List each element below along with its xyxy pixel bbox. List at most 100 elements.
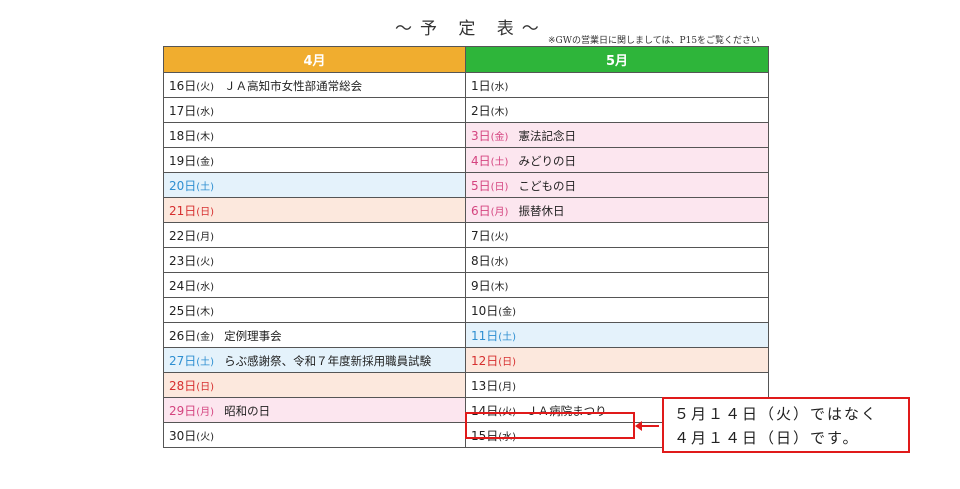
day-of-week: (木) — [196, 306, 215, 318]
day-number: 9日 — [471, 278, 491, 293]
day-number: 11日 — [471, 328, 499, 343]
table-row: 27日(土) らぶ感謝祭、令和７年度新採用職員試験 12日(日) — [163, 347, 769, 373]
table-row: 26日(金) 定例理事会 11日(土) — [163, 322, 769, 348]
april-day-cell: 18日(木) — [163, 122, 466, 148]
event-label: 昭和の日 — [224, 403, 271, 418]
day-of-week: (火) — [196, 81, 215, 93]
day-of-week: (月) — [196, 231, 215, 243]
day-number: 13日 — [471, 378, 499, 393]
table-row: 19日(金) 4日(土) みどりの日 — [163, 147, 769, 173]
day-of-week: (水) — [490, 256, 509, 268]
page-title: ～予 定 表～ — [395, 19, 547, 39]
day-number: 12日 — [471, 353, 499, 368]
table-row: 25日(木) 10日(金) — [163, 297, 769, 323]
day-number: 8日 — [471, 253, 491, 268]
gw-note: ※GWの営業日に関しましては、P15をご覧ください — [548, 36, 761, 46]
day-of-week: (土) — [490, 156, 509, 168]
table-row: 28日(日) 13日(月) — [163, 372, 769, 398]
day-number: 29日 — [169, 403, 197, 418]
day-of-week: (土) — [196, 181, 215, 193]
table-row: 21日(日) 6日(月) 振替休日 — [163, 197, 769, 223]
day-of-week: (金) — [498, 306, 517, 318]
day-of-week: (日) — [498, 356, 517, 368]
april-header: 4月 — [163, 46, 466, 73]
april-day-cell: 23日(火) — [163, 247, 466, 273]
day-of-week: (木) — [196, 131, 215, 143]
day-number: 7日 — [471, 228, 491, 243]
day-number: 26日 — [169, 328, 197, 343]
day-number: 10日 — [471, 303, 499, 318]
april-day-cell: 26日(金) 定例理事会 — [163, 322, 466, 348]
callout-line-2: ４月１４日（日）です。 — [674, 429, 860, 447]
event-label: ＪＡ高知市女性部通常総会 — [224, 78, 363, 93]
may-day-cell: 10日(金) — [465, 297, 769, 323]
day-number: 1日 — [471, 78, 491, 93]
table-row: 18日(木) 3日(金) 憲法記念日 — [163, 122, 769, 148]
april-day-cell: 25日(木) — [163, 297, 466, 323]
day-of-week: (木) — [490, 106, 509, 118]
may-day-cell: 6日(月) 振替休日 — [465, 197, 769, 223]
event-label: 振替休日 — [518, 203, 565, 218]
day-number: 22日 — [169, 228, 197, 243]
event-label: 定例理事会 — [224, 328, 282, 343]
may-day-cell: 11日(土) — [465, 322, 769, 348]
correction-callout: ５月１４日（火）ではなく ４月１４日（日）です。 — [662, 397, 910, 453]
day-number: 19日 — [169, 153, 197, 168]
day-number: 20日 — [169, 178, 197, 193]
april-day-cell: 27日(土) らぶ感謝祭、令和７年度新採用職員試験 — [163, 347, 466, 373]
day-number: 4日 — [471, 153, 491, 168]
day-of-week: (金) — [196, 331, 215, 343]
day-of-week: (水) — [490, 81, 509, 93]
day-of-week: (火) — [196, 431, 215, 443]
day-number: 18日 — [169, 128, 197, 143]
day-number: 3日 — [471, 128, 491, 143]
event-label: らぶ感謝祭、令和７年度新採用職員試験 — [224, 353, 432, 368]
april-day-cell: 17日(水) — [163, 97, 466, 123]
day-of-week: (月) — [498, 381, 517, 393]
table-row: 23日(火) 8日(水) — [163, 247, 769, 273]
day-number: 30日 — [169, 428, 197, 443]
may-day-cell: 5日(日) こどもの日 — [465, 172, 769, 198]
may-day-cell: 4日(土) みどりの日 — [465, 147, 769, 173]
day-of-week: (水) — [196, 281, 215, 293]
table-row: 20日(土) 5日(日) こどもの日 — [163, 172, 769, 198]
day-of-week: (日) — [490, 181, 509, 193]
day-number: 24日 — [169, 278, 197, 293]
day-of-week: (水) — [196, 106, 215, 118]
day-of-week: (月) — [490, 206, 509, 218]
day-of-week: (日) — [196, 381, 215, 393]
arrow-left-icon — [635, 421, 659, 431]
may-day-cell: 1日(水) — [465, 72, 769, 98]
day-of-week: (土) — [196, 356, 215, 368]
april-day-cell: 16日(火) ＪＡ高知市女性部通常総会 — [163, 72, 466, 98]
may-day-cell: 2日(木) — [465, 97, 769, 123]
day-of-week: (火) — [490, 231, 509, 243]
day-number: 5日 — [471, 178, 491, 193]
may-day-cell: 7日(火) — [465, 222, 769, 248]
day-number: 25日 — [169, 303, 197, 318]
april-day-cell: 20日(土) — [163, 172, 466, 198]
event-label: 憲法記念日 — [518, 128, 576, 143]
schedule-table: 4月 5月 16日(火) ＪＡ高知市女性部通常総会 1日(水) 17日(水) 2日(木)… — [163, 46, 769, 448]
day-of-week: (土) — [498, 331, 517, 343]
day-of-week: (火) — [196, 256, 215, 268]
day-number: 17日 — [169, 103, 197, 118]
april-day-cell: 28日(日) — [163, 372, 466, 398]
day-number: 16日 — [169, 78, 197, 93]
day-number: 28日 — [169, 378, 197, 393]
table-row: 16日(火) ＪＡ高知市女性部通常総会 1日(水) — [163, 72, 769, 98]
day-of-week: (木) — [490, 281, 509, 293]
table-row: 24日(水) 9日(木) — [163, 272, 769, 298]
april-day-cell: 24日(水) — [163, 272, 466, 298]
april-day-cell: 21日(日) — [163, 197, 466, 223]
day-of-week: (月) — [196, 406, 215, 418]
april-day-cell: 29日(月) 昭和の日 — [163, 397, 466, 423]
day-of-week: (金) — [196, 156, 215, 168]
april-day-cell: 19日(金) — [163, 147, 466, 173]
table-row: 17日(水) 2日(木) — [163, 97, 769, 123]
day-of-week: (日) — [196, 206, 215, 218]
may-day-cell: 3日(金) 憲法記念日 — [465, 122, 769, 148]
day-number: 2日 — [471, 103, 491, 118]
table-row: 22日(月) 7日(火) — [163, 222, 769, 248]
event-label: みどりの日 — [518, 153, 576, 168]
